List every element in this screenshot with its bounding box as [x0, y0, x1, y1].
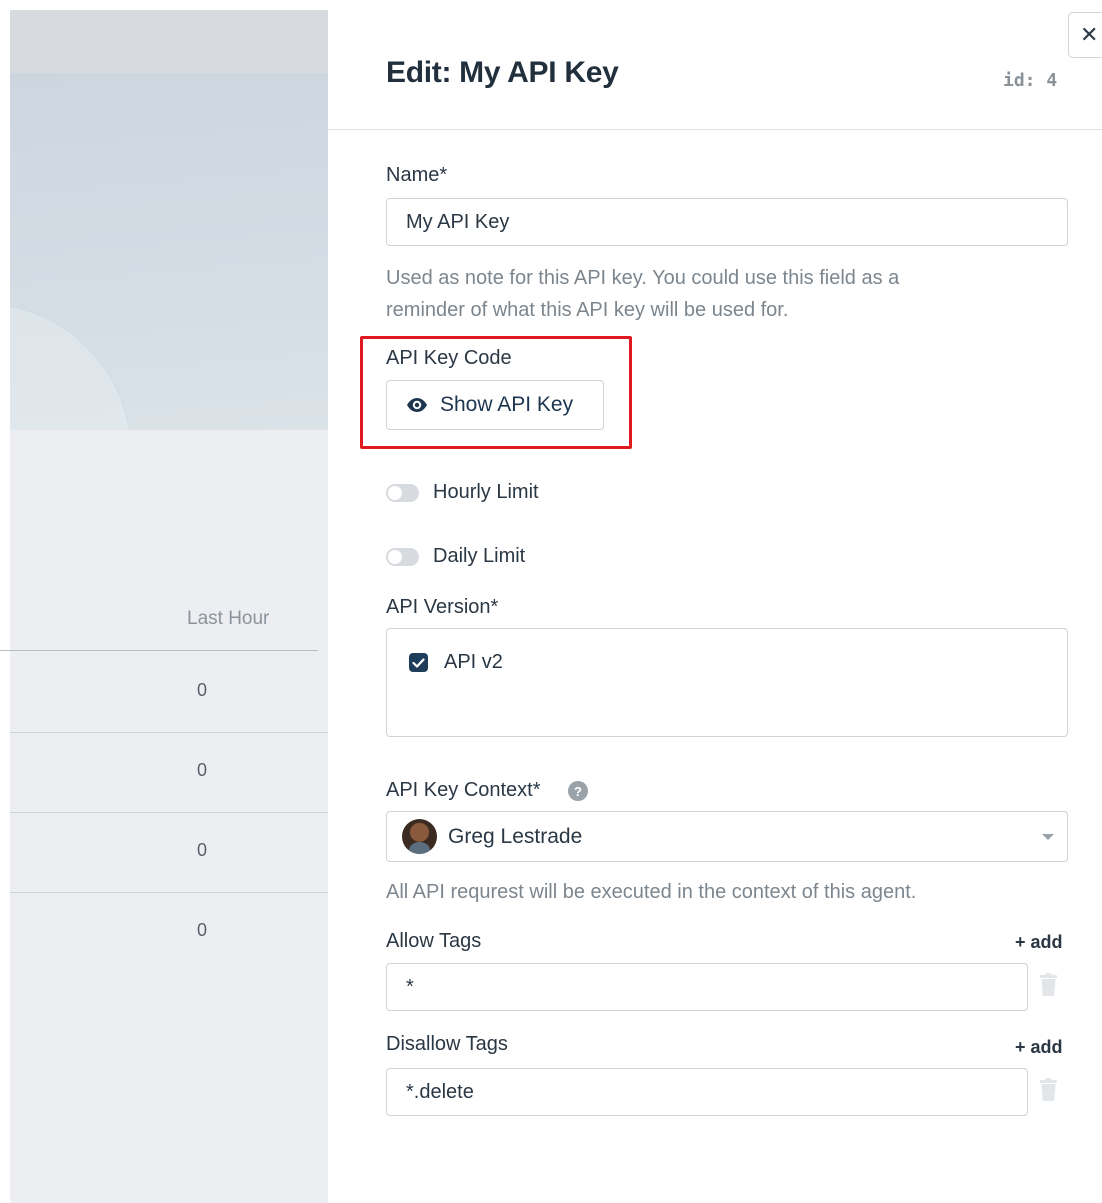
api-key-context-label: API Key Context*: [386, 779, 541, 801]
background-page: [10, 10, 328, 1203]
avatar: [402, 819, 437, 854]
daily-limit-toggle[interactable]: [386, 547, 419, 566]
close-icon: ✕: [1080, 22, 1099, 48]
checkbox-checked-icon[interactable]: [409, 653, 428, 672]
hourly-limit-toggle[interactable]: [386, 483, 419, 502]
api-version-options: API v2: [386, 628, 1068, 737]
caret-down-icon: [1042, 834, 1054, 840]
trash-icon[interactable]: [1039, 1078, 1058, 1102]
disallow-tags-add-link[interactable]: + add: [1015, 1037, 1063, 1058]
api-version-label: API Version*: [386, 596, 499, 618]
api-version-option[interactable]: API v2: [409, 651, 503, 674]
name-help-text: Used as note for this API key. You could…: [386, 262, 899, 326]
background-hero: [10, 73, 328, 605]
table-cell-last-hour: 0: [197, 840, 208, 860]
name-help-line: Used as note for this API key. You could…: [386, 267, 900, 289]
api-version-option-label: API v2: [444, 651, 503, 673]
name-help-line: reminder of what this API key will be us…: [386, 299, 789, 321]
table-header-divider: [0, 650, 318, 651]
allow-tags-label: Allow Tags: [386, 930, 482, 952]
daily-limit-row: Daily Limit: [386, 545, 525, 568]
name-input[interactable]: My API Key: [386, 198, 1068, 246]
table-row[interactable]: 0: [10, 652, 328, 733]
header-divider: [328, 129, 1102, 130]
table-cell-last-hour: 0: [197, 760, 208, 780]
column-header-last-hour: Last Hour: [187, 608, 270, 629]
eye-icon: [407, 398, 427, 412]
agent-select[interactable]: Greg Lestrade: [386, 811, 1068, 862]
allow-tags-add-link[interactable]: + add: [1015, 932, 1063, 953]
disallow-tags-label: Disallow Tags: [386, 1033, 508, 1055]
selected-agent-name: Greg Lestrade: [448, 824, 583, 848]
context-help-text: All API requrest will be executed in the…: [386, 881, 917, 903]
api-key-code-label: API Key Code: [386, 347, 512, 369]
daily-limit-label: Daily Limit: [433, 545, 526, 567]
table-row[interactable]: 0: [10, 892, 328, 972]
show-api-key-button[interactable]: Show API Key: [386, 380, 604, 430]
panel-title: Edit: My API Key: [386, 56, 619, 89]
hourly-limit-label: Hourly Limit: [433, 481, 539, 503]
background-topbar: [10, 10, 328, 73]
table-cell-last-hour: 0: [197, 680, 208, 700]
close-button[interactable]: ✕: [1068, 12, 1102, 58]
show-api-key-label: Show API Key: [440, 393, 574, 416]
disallow-tag-input[interactable]: *.delete: [386, 1068, 1028, 1116]
table-row[interactable]: 0: [10, 812, 328, 893]
record-id: id: 4: [1003, 70, 1058, 91]
table-row[interactable]: 0: [10, 732, 328, 813]
question-icon[interactable]: ?: [568, 781, 588, 801]
trash-icon[interactable]: [1039, 973, 1058, 997]
name-label: Name*: [386, 164, 448, 186]
allow-tag-input[interactable]: *: [386, 963, 1028, 1011]
hourly-limit-row: Hourly Limit: [386, 481, 539, 504]
table-cell-last-hour: 0: [197, 920, 208, 940]
